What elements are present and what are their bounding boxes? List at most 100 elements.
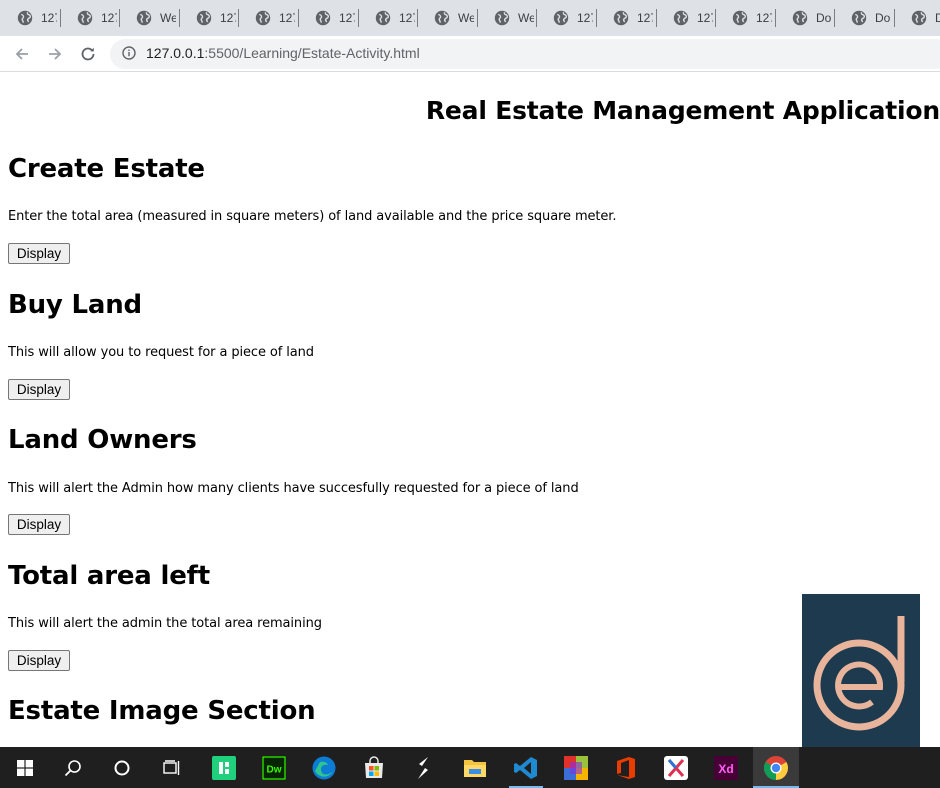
browser-tab[interactable]: We: [417, 0, 476, 36]
adobe-xd-label: Xd: [718, 762, 733, 776]
store-button[interactable]: [351, 747, 397, 788]
dreamweaver-label: Dw: [267, 764, 282, 775]
browser-tab[interactable]: 127: [179, 0, 238, 36]
colorful-app-button[interactable]: [553, 747, 599, 788]
heading-buy-land: Buy Land: [8, 290, 142, 320]
browser-tab[interactable]: Do: [834, 0, 893, 36]
info-icon[interactable]: [122, 46, 136, 60]
task-view-button[interactable]: [149, 747, 195, 788]
globe-icon: [553, 10, 569, 26]
store-icon: [365, 755, 383, 778]
tab-title: 127: [41, 11, 57, 25]
tab-separator: [715, 9, 716, 27]
back-button[interactable]: [10, 42, 34, 66]
browser-tab[interactable]: 127: [298, 0, 357, 36]
sublime-button[interactable]: [401, 747, 447, 788]
reload-button[interactable]: [76, 42, 100, 66]
globe-icon: [375, 10, 391, 26]
browser-tab[interactable]: 127: [656, 0, 715, 36]
edge-button[interactable]: [301, 747, 347, 788]
forward-button[interactable]: [43, 42, 67, 66]
tab-separator: [536, 9, 537, 27]
globe-icon: [136, 10, 152, 26]
office-icon: [617, 756, 635, 779]
description-create-estate: Enter the total area (measured in square…: [8, 209, 617, 224]
display-button-create-estate[interactable]: Display: [8, 243, 70, 264]
url-path: :5500/Learning/Estate-Activity.html: [204, 45, 420, 61]
description-land-owners: This will alert the Admin how many clien…: [8, 481, 579, 496]
browser-tab[interactable]: 127: [358, 0, 417, 36]
heading-estate-image-section: Estate Image Section: [8, 696, 316, 726]
url-host: 127.0.0.1: [146, 45, 205, 61]
tab-separator: [238, 9, 239, 27]
tab-title: 127: [339, 11, 355, 25]
colorful-app-icon: [564, 755, 588, 780]
arrow-right-icon: [49, 48, 62, 60]
globe-icon: [77, 10, 93, 26]
adobe-xd-button[interactable]: Xd: [703, 747, 749, 788]
dreamweaver-icon: Dw: [262, 755, 286, 780]
tab-title: 127: [220, 11, 236, 25]
sublime-icon: [418, 756, 428, 779]
globe-icon: [494, 10, 510, 26]
dreamweaver-button[interactable]: Dw: [251, 747, 297, 788]
task-view-icon: [163, 759, 180, 775]
taskbar-search-button[interactable]: [50, 747, 96, 788]
tab-title: We: [518, 11, 534, 25]
start-button[interactable]: [2, 747, 48, 788]
globe-icon: [792, 10, 808, 26]
browser-tab[interactable]: We: [477, 0, 536, 36]
file-explorer-icon: [464, 759, 486, 777]
browser-tab[interactable]: 127: [596, 0, 655, 36]
browser-tab[interactable]: 127: [536, 0, 595, 36]
url-text[interactable]: 127.0.0.1:5500/Learning/Estate-Activity.…: [146, 45, 420, 61]
description-buy-land: This will allow you to request for a pie…: [8, 345, 314, 360]
cortana-icon: [114, 760, 130, 775]
tab-separator: [417, 9, 418, 27]
tab-separator: [834, 9, 835, 27]
tab-title: 127: [399, 11, 415, 25]
tab-title: Do: [935, 11, 940, 25]
browser-tab[interactable]: Do: [894, 0, 940, 36]
adobe-xd-icon: Xd: [714, 755, 738, 780]
browser-tab[interactable]: 127: [0, 0, 59, 36]
browser-tab[interactable]: 127: [715, 0, 774, 36]
tab-title: 127: [577, 11, 593, 25]
tab-title: Do: [816, 11, 832, 25]
cortana-button[interactable]: [99, 747, 145, 788]
jetbrains-app-icon: [212, 755, 236, 780]
tab-title: 127: [637, 11, 653, 25]
globe-icon: [434, 10, 450, 26]
office-button[interactable]: [603, 747, 649, 788]
tab-title: 127: [279, 11, 295, 25]
tab-separator: [775, 9, 776, 27]
edge-icon: [312, 756, 336, 779]
tab-separator: [477, 9, 478, 27]
browser-tab[interactable]: 127: [60, 0, 119, 36]
tab-separator: [596, 9, 597, 27]
description-total-area-left: This will alert the admin the total area…: [8, 616, 322, 631]
heading-total-area-left: Total area left: [8, 561, 210, 591]
browser-tab[interactable]: We: [119, 0, 178, 36]
display-button-total-area-left[interactable]: Display: [8, 650, 70, 671]
browser-tab[interactable]: Do: [775, 0, 834, 36]
tab-separator: [119, 9, 120, 27]
windows-start-icon: [17, 759, 33, 776]
search-icon: [64, 759, 81, 776]
tab-separator: [358, 9, 359, 27]
taskbar: Dw Xd: [0, 747, 940, 788]
jetbrains-app-button[interactable]: [201, 747, 247, 788]
globe-icon: [17, 10, 33, 26]
display-button-buy-land[interactable]: Display: [8, 379, 70, 400]
tab-strip: 127 127 We 127 127 127 127 We We 127 127 127 127 Do Do…: [0, 0, 940, 36]
tab-title: 127: [697, 11, 713, 25]
browser-tab[interactable]: 127: [238, 0, 297, 36]
display-button-land-owners[interactable]: Display: [8, 514, 70, 535]
xmind-button[interactable]: [653, 747, 699, 788]
file-explorer-button[interactable]: [452, 747, 498, 788]
logo-mark-icon: [813, 616, 905, 731]
chrome-button[interactable]: [753, 747, 799, 788]
app-title: Real Estate Management Application: [425, 96, 940, 125]
xmind-icon: [664, 755, 688, 780]
vscode-button[interactable]: [503, 747, 549, 788]
